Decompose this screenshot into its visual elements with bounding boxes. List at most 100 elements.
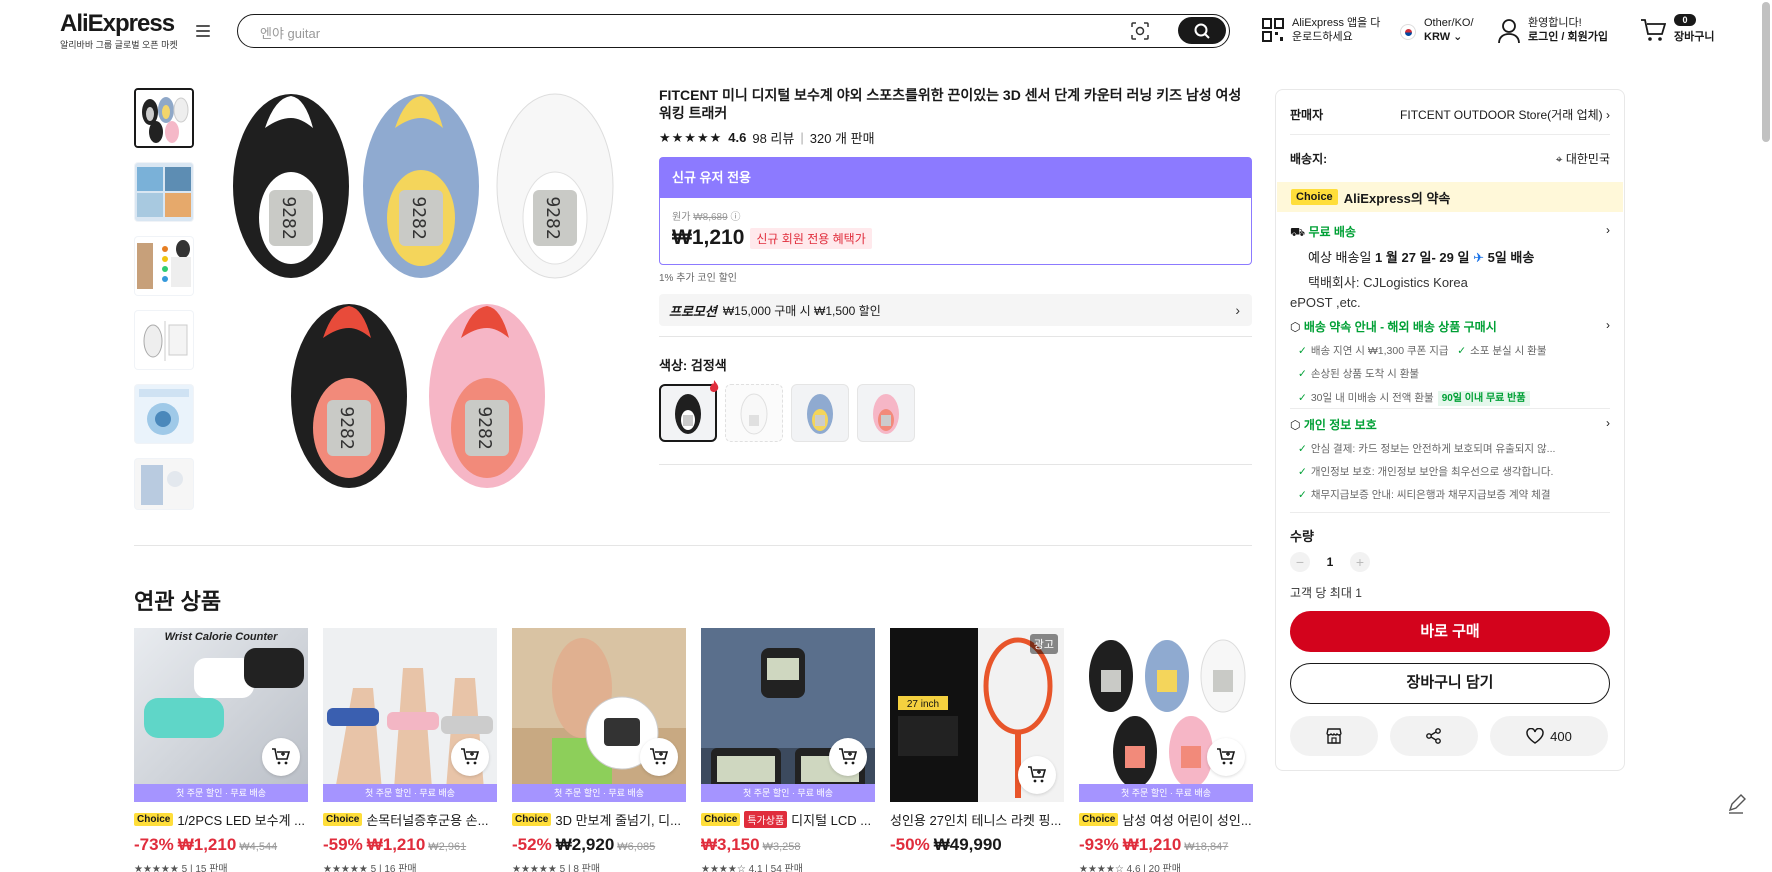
product-card-title[interactable]: 1/2PCS LED 보수계 ... [177,810,305,829]
menu-icon[interactable] [196,25,210,37]
seller-row[interactable]: 판매자 FITCENT OUTDOOR Store(거래 업체) › [1290,106,1610,123]
check-icon: ✓ [1298,466,1307,478]
free-shipping-label: 무료 배송 [1308,225,1356,239]
app-download-line2: 운로드하세요 [1292,31,1353,43]
product-card-meta: ★★★★☆ 4.1 | 54 판매 [701,864,803,872]
check-icon: ✓ [1298,489,1307,501]
promotion-row[interactable]: 프로모션 ₩15,000 구매 시 ₩1,500 할인 › [659,294,1252,326]
thumbnail-4[interactable] [134,310,194,370]
new-user-price-box: 신규 유저 전용 원가 ₩8,689 ⓘ ₩1,210 신규 회원 전용 혜택가 [659,157,1252,265]
buy-now-button[interactable]: 바로 구매 [1290,611,1610,652]
product-card-title[interactable]: 디지털 LCD ... [791,810,871,829]
eta-days: 5일 배송 [1487,250,1535,265]
sold-count: 320 개 판매 [809,131,875,146]
thumbnail-2[interactable] [134,162,194,222]
search-input[interactable]: 엔야 guitar [260,23,320,42]
product-card-image[interactable]: 첫 주문 할인 · 무료 배송 [701,628,875,802]
svg-text:9282: 9282 [542,196,563,239]
thumbnail-1[interactable] [134,88,194,148]
thumbnail-3[interactable] [134,236,194,296]
privacy-section[interactable]: ⬡ 개인 정보 보호 › ✓ 안심 결제: 카드 정보는 안전하게 보호되며 유출… [1290,416,1610,502]
feedback-edit-icon[interactable] [1722,790,1750,818]
add-to-cart-button[interactable] [1207,738,1245,776]
product-card[interactable]: 첫 주문 할인 · 무료 배송 Choice 남성 여성 어린이 성인... -9… [1079,628,1253,872]
add-to-cart-button[interactable] [262,738,300,776]
quantity-decrease-button[interactable]: − [1290,552,1310,572]
product-card[interactable]: 27 inch 광고 성인용 27인치 테니스 라켓 핑... -50% ₩49,… [890,628,1064,872]
review-count-link[interactable]: 98 리뷰 [752,128,794,147]
choice-badge: Choice [323,813,363,826]
logo-subtitle: 알리바바 그룹 글로벌 오픈 마켓 [60,40,178,50]
add-to-cart-button[interactable] [829,738,867,776]
seller-name[interactable]: FITCENT OUTDOOR Store(거래 업체) [1400,108,1603,122]
discount-percent: -59% [323,835,363,854]
product-card-title[interactable]: 남성 여성 어린이 성인... [1122,810,1251,829]
aliexpress-logo[interactable]: AliExpress 알리바바 그룹 글로벌 오픈 마켓 [60,12,178,51]
search-bar: 엔야 guitar [237,14,1230,48]
header-cart[interactable]: 0 장바구니 [1640,14,1714,44]
thumbnail-6[interactable] [134,458,194,510]
swatch-white[interactable] [725,384,783,442]
product-card-price: ₩1,210 [366,835,426,854]
product-card-title[interactable]: 손목터널증후군용 손... [366,810,488,829]
add-to-cart-button[interactable] [451,738,489,776]
check-icon: ✓ [1298,392,1307,404]
quantity-value[interactable]: 1 [1310,555,1350,569]
image-search-icon[interactable] [1131,22,1149,40]
choice-badge: Choice [701,813,741,826]
add-to-cart-button[interactable] [1018,756,1056,794]
main-product-image[interactable]: 9282 9282 9282 9282 9282 [225,88,631,504]
product-card[interactable]: Wrist Calorie Counter 첫 주문 할인 · 무료 배송 Ch… [134,628,308,872]
product-card[interactable]: 첫 주문 할인 · 무료 배송 Choice 특가상품 디지털 LCD ... ₩3… [701,628,875,872]
product-card-image[interactable]: 첫 주문 할인 · 무료 배송 [323,628,497,802]
product-card-image[interactable]: 27 inch 광고 [890,628,1064,802]
seller-label: 판매자 [1290,108,1324,122]
store-button[interactable] [1290,716,1378,756]
swatch-black[interactable] [659,380,719,442]
product-card[interactable]: 첫 주문 할인 · 무료 배송 Choice 손목터널증후군용 손... -59%… [323,628,497,872]
ship-to-row[interactable]: 배송지: ⌖ 대한민국 [1290,150,1610,167]
top-header: AliExpress 알리바바 그룹 글로벌 오픈 마켓 엔야 guitar A… [0,0,1772,62]
swatch-pink[interactable] [857,384,915,442]
product-card-title[interactable]: 성인용 27인치 테니스 라켓 핑... [890,810,1061,829]
search-button[interactable] [1178,17,1226,44]
thumbnail-5[interactable] [134,384,194,444]
app-download[interactable]: AliExpress 앱을 다운로드하세요 [1262,16,1380,44]
product-card-image[interactable]: 첫 주문 할인 · 무료 배송 [512,628,686,802]
add-to-cart-button[interactable]: 장바구니 담기 [1290,663,1610,704]
new-user-banner: 신규 유저 전용 [660,158,1251,198]
secondary-actions: 400 [1290,716,1608,756]
location-pin-icon: ⌖ [1555,152,1563,166]
truck-icon: ⛟ [1290,225,1306,239]
privacy-item: 개인정보 보호: 개인정보 보안을 최우선으로 생각합니다. [1310,466,1554,478]
language-label: Other/KO/ [1424,17,1474,29]
chevron-down-icon: ⌄ [1453,31,1463,43]
svg-text:27 inch: 27 inch [907,699,939,710]
free-shipping-section[interactable]: ⛟ 무료 배송 › 예상 배송일 1 월 27 일- 29 일 ✈ 5일 배송 … [1290,223,1610,310]
share-icon [1426,728,1441,744]
product-card[interactable]: 첫 주문 할인 · 무료 배송 Choice 3D 만보계 줄넘기, 디... -… [512,628,686,872]
swatch-blue[interactable] [791,384,849,442]
wishlist-button[interactable]: 400 [1490,716,1608,756]
app-download-line1: AliExpress 앱을 다 [1292,17,1381,29]
language-currency-selector[interactable]: Other/KO/KRW ⌄ [1400,16,1474,44]
product-card-title[interactable]: 3D 만보계 줄넘기, 디... [555,810,681,829]
share-button[interactable] [1390,716,1478,756]
quantity-increase-button[interactable]: + [1350,552,1370,572]
add-to-cart-button[interactable] [640,738,678,776]
info-icon[interactable]: ⓘ [730,212,740,223]
account-login[interactable]: 환영합니다! 로그인 / 회원가입 [1498,16,1608,44]
shield-check-icon: ⬡ [1290,418,1301,432]
privacy-item: 채무지급보증 안내: 씨티은행과 채무지급보증 계약 체결 [1310,489,1551,501]
purchase-panel: 판매자 FITCENT OUTDOOR Store(거래 업체) › 배송지: … [1275,89,1625,771]
discount-percent: -52% [512,835,552,854]
page-scrollbar[interactable] [1762,2,1770,142]
hot-flame-icon [710,380,719,392]
qr-code-icon [1262,18,1284,42]
chevron-right-icon: › [1606,318,1610,332]
product-card-image[interactable]: Wrist Calorie Counter 첫 주문 할인 · 무료 배송 [134,628,308,802]
product-card-image[interactable]: 첫 주문 할인 · 무료 배송 [1079,628,1253,802]
related-products-list: Wrist Calorie Counter 첫 주문 할인 · 무료 배송 Ch… [134,628,1253,872]
delivery-promise-section[interactable]: ⬡ 배송 약속 안내 - 해외 배송 상품 구매시 › ✓ 배송 지연 시 ₩1,… [1290,318,1610,406]
quantity-stepper: − 1 + [1290,552,1370,572]
